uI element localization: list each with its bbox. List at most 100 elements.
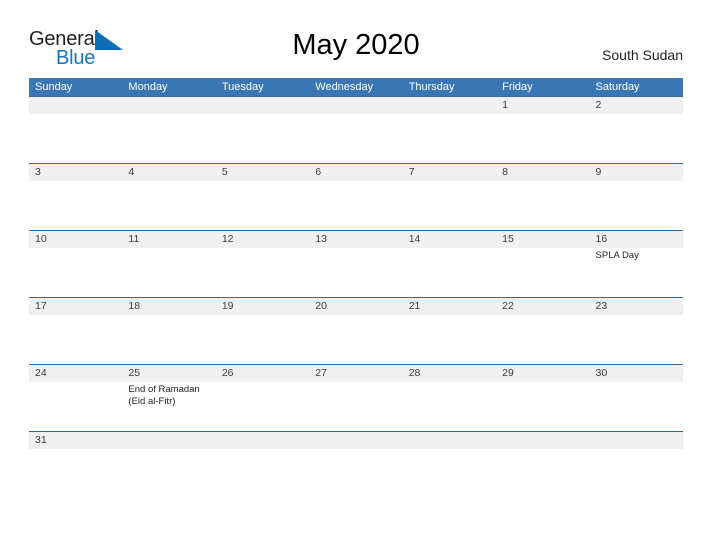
- day-cell[interactable]: 20: [309, 298, 402, 364]
- day-number: 3: [35, 166, 41, 178]
- day-number: [596, 434, 683, 447]
- day-number: [128, 434, 215, 447]
- weekday-monday: Monday: [128, 81, 168, 93]
- day-cell[interactable]: 8: [496, 164, 589, 230]
- day-cell[interactable]: 2: [590, 97, 683, 163]
- day-number: 29: [502, 367, 514, 379]
- day-number: 24: [35, 367, 47, 379]
- day-number: 8: [502, 166, 508, 178]
- day-cell[interactable]: 22: [496, 298, 589, 364]
- day-number: 22: [502, 300, 514, 312]
- day-number: [409, 434, 496, 447]
- day-number: 28: [408, 367, 421, 379]
- event-label-continued: (Eid al-Fitr): [128, 396, 176, 407]
- day-number: 6: [315, 166, 322, 178]
- day-number: 4: [128, 166, 135, 178]
- day-number: [315, 99, 402, 112]
- page-header: General Blue May 2020 South Sudan: [0, 0, 712, 78]
- calendar-grid: Sunday Monday Tuesday Wednesday Thursday…: [29, 78, 683, 453]
- week-row: 1 2: [29, 96, 683, 163]
- day-number: [222, 434, 309, 447]
- day-cell[interactable]: 24: [29, 365, 122, 431]
- day-number: 15: [502, 233, 514, 245]
- day-cell[interactable]: 4: [122, 164, 215, 230]
- day-cell[interactable]: 30: [590, 365, 683, 431]
- weekday-wednesday: Wednesday: [315, 81, 374, 93]
- event-label: SPLA Day: [595, 250, 639, 261]
- weekday-saturday: Saturday: [595, 81, 640, 93]
- week-row: 24 25 End of Ramadan (Eid al-Fitr) 26 27: [29, 364, 683, 431]
- day-cell[interactable]: [216, 432, 309, 453]
- day-number: 31: [35, 434, 47, 446]
- day-events: SPLA Day: [596, 250, 683, 262]
- day-cell[interactable]: [29, 97, 122, 163]
- country-label: South Sudan: [602, 47, 683, 63]
- day-cell[interactable]: 23: [590, 298, 683, 364]
- weekday-thursday: Thursday: [408, 81, 455, 93]
- week-row: 31: [29, 431, 683, 453]
- day-number: [35, 99, 122, 112]
- day-cell[interactable]: 9: [590, 164, 683, 230]
- day-number: 10: [35, 233, 47, 245]
- day-cell[interactable]: [309, 97, 402, 163]
- weekday-friday: Friday: [502, 81, 533, 93]
- day-cell[interactable]: 26: [216, 365, 309, 431]
- day-number: 11: [128, 233, 140, 245]
- day-cell[interactable]: 1: [496, 97, 589, 163]
- day-cell[interactable]: 15: [496, 231, 589, 297]
- day-number: 25: [128, 367, 141, 379]
- weekday-sunday: Sunday: [35, 81, 73, 93]
- day-cell[interactable]: 31: [29, 432, 122, 453]
- day-number: 2: [595, 99, 602, 111]
- day-cell[interactable]: 5: [216, 164, 309, 230]
- week-row: 3 4 5 6 7 8 9: [29, 163, 683, 230]
- day-cell[interactable]: 28: [403, 365, 496, 431]
- day-cell[interactable]: [403, 432, 496, 453]
- day-cell[interactable]: 18: [122, 298, 215, 364]
- day-cell[interactable]: [403, 97, 496, 163]
- day-number: 20: [315, 300, 327, 312]
- day-cell[interactable]: 27: [309, 365, 402, 431]
- day-number: [502, 434, 589, 447]
- day-number: [315, 434, 402, 447]
- week-row: 10 11 12 13 14 15 16 SPLA Day: [29, 230, 683, 297]
- day-number: 5: [221, 166, 228, 178]
- week-row: 17 18 19 20 21 22 23: [29, 297, 683, 364]
- day-events: End of Ramadan (Eid al-Fitr): [128, 384, 215, 408]
- day-number: 21: [408, 300, 421, 312]
- day-cell[interactable]: [309, 432, 402, 453]
- day-cell[interactable]: 11: [122, 231, 215, 297]
- day-cell[interactable]: 13: [309, 231, 402, 297]
- day-number: 1: [502, 99, 508, 111]
- day-cell[interactable]: 12: [216, 231, 309, 297]
- day-cell[interactable]: [122, 97, 215, 163]
- day-cell[interactable]: 21: [403, 298, 496, 364]
- day-cell[interactable]: 3: [29, 164, 122, 230]
- weekday-tuesday: Tuesday: [221, 81, 264, 93]
- day-number: 16: [595, 233, 608, 245]
- day-cell[interactable]: 7: [403, 164, 496, 230]
- day-number: [222, 99, 309, 112]
- day-cell[interactable]: [590, 432, 683, 453]
- day-cell[interactable]: [122, 432, 215, 453]
- day-cell[interactable]: 14: [403, 231, 496, 297]
- day-cell[interactable]: 19: [216, 298, 309, 364]
- event-label: End of Ramadan: [128, 384, 200, 395]
- calendar-page: General Blue May 2020 South Sudan Sunday…: [0, 0, 712, 550]
- day-number: 14: [408, 233, 421, 245]
- day-number: [409, 99, 496, 112]
- day-number: 19: [221, 300, 234, 312]
- day-number: 26: [221, 367, 234, 379]
- day-number: 12: [221, 233, 234, 245]
- day-cell[interactable]: 10: [29, 231, 122, 297]
- day-cell[interactable]: 29: [496, 365, 589, 431]
- day-number: 13: [315, 233, 327, 245]
- day-cell[interactable]: 17: [29, 298, 122, 364]
- day-number: 23: [595, 300, 608, 312]
- day-cell[interactable]: [496, 432, 589, 453]
- day-cell[interactable]: 16 SPLA Day: [590, 231, 683, 297]
- day-number: 7: [408, 166, 415, 178]
- day-cell[interactable]: 6: [309, 164, 402, 230]
- day-cell[interactable]: [216, 97, 309, 163]
- day-cell[interactable]: 25 End of Ramadan (Eid al-Fitr): [122, 365, 215, 431]
